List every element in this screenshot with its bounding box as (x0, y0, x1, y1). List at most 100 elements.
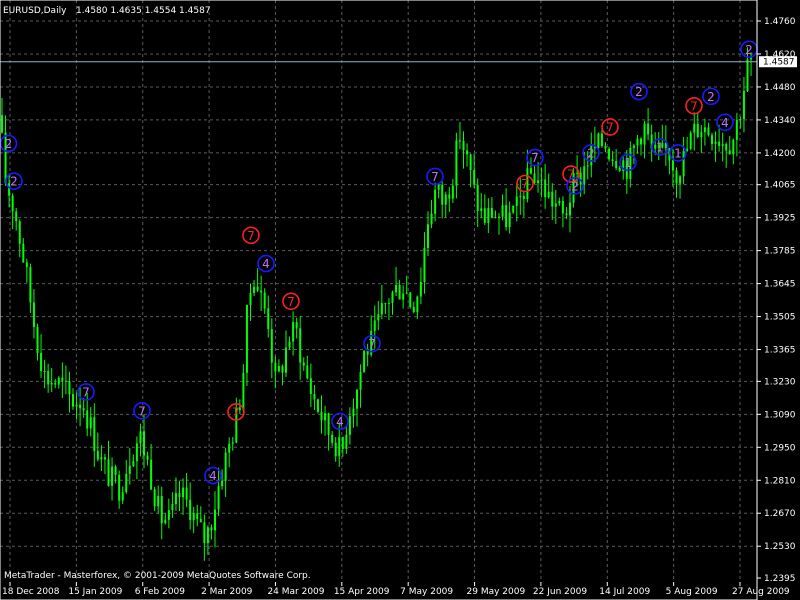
candle-body (182, 487, 185, 498)
candle-body (316, 399, 319, 412)
candle-body (29, 267, 32, 303)
candle-body (487, 208, 490, 223)
candle-body (735, 119, 738, 140)
wave-marker-label: 7 (287, 295, 295, 309)
candle-body (79, 404, 82, 409)
candle-body (618, 167, 621, 171)
candle-body (441, 184, 444, 205)
ohlc-label: 1.4580 1.4635 1.4554 1.4587 (76, 6, 211, 16)
candle-body (348, 416, 351, 435)
wave-marker-label: 2 (571, 179, 579, 193)
candle-body (519, 196, 522, 198)
wave-marker-label: 7 (606, 120, 614, 134)
candle-body (682, 151, 685, 177)
candle-body (494, 216, 497, 218)
candle-body (1, 115, 3, 133)
candle-body (327, 413, 330, 435)
candle-body (615, 160, 618, 168)
wave-marker-label: 7 (82, 385, 90, 399)
x-tick-label: 15 Apr 2009 (334, 587, 390, 597)
candle-body (700, 132, 703, 138)
candle-body (583, 166, 586, 185)
candle-body (292, 321, 295, 342)
candle-body (203, 522, 206, 544)
x-tick-label: 15 Jan 2009 (68, 587, 122, 597)
candle-body (515, 196, 518, 207)
candle-body (135, 443, 138, 462)
candle-body (245, 304, 248, 373)
candle-body (402, 293, 405, 300)
y-tick-label: 1.3645 (764, 280, 796, 290)
wave-marker-label: 2 (5, 137, 13, 151)
candle-body (586, 165, 589, 167)
candle-body (75, 404, 78, 407)
y-tick-label: 1.3365 (764, 346, 796, 356)
candle-body (341, 436, 344, 449)
candle-body (611, 159, 614, 161)
candle-body (430, 213, 433, 225)
y-tick-label: 1.2530 (764, 542, 796, 552)
candle-body (522, 196, 525, 200)
candle-body (309, 378, 312, 395)
candle-body (576, 172, 579, 174)
candle-body (189, 499, 192, 520)
candle-body (498, 216, 500, 218)
candle-body (554, 203, 557, 207)
candle-body (547, 191, 550, 198)
candle-body (18, 221, 21, 244)
wave-marker-label: 2 (635, 85, 643, 99)
wave-marker-label: 2 (10, 175, 18, 189)
candle-body (714, 141, 717, 144)
candle-body (249, 292, 252, 305)
candle-body (331, 434, 334, 443)
symbol-label: EURUSD,Daily (3, 6, 67, 16)
candle-body (118, 474, 121, 501)
candle-body (72, 394, 74, 407)
candle-body (551, 191, 554, 207)
candle-body (320, 411, 323, 421)
candle-body (260, 290, 263, 293)
wave-marker-label: 7 (531, 151, 539, 165)
y-tick-label: 1.2670 (764, 509, 796, 519)
copyright-text: MetaTrader - Masterforex, © 2001-2009 Me… (4, 571, 311, 581)
candle-body (395, 285, 398, 293)
candle-body (114, 466, 117, 475)
x-tick-label: 18 Dec 2008 (2, 587, 60, 597)
candle-body (728, 150, 731, 155)
candle-body (380, 303, 383, 315)
candle-body (11, 195, 14, 212)
candle-body (242, 372, 245, 411)
candle-body (139, 431, 142, 444)
candle-body (398, 285, 401, 300)
price-chart[interactable]: 227747747477777227121 17242 1.47601.46201… (0, 0, 800, 600)
wave-marker-label: 7 (232, 405, 240, 419)
candle-body (600, 133, 603, 147)
candle-body (93, 417, 96, 451)
y-tick-label: 1.3925 (764, 214, 796, 224)
candle-body (221, 480, 224, 487)
candle-body (356, 389, 358, 409)
x-tick-label: 24 Mar 2009 (267, 587, 324, 597)
candle-body (469, 154, 472, 171)
wave-marker-label: 2 (745, 43, 753, 57)
wave-marker-label: 4 (336, 415, 344, 429)
candle-body (544, 179, 547, 198)
candle-body (384, 303, 387, 305)
candle-body (693, 123, 696, 133)
wave-marker-label: 7 (690, 99, 698, 113)
candle-body (256, 286, 259, 291)
candle-body (490, 208, 493, 218)
candle-body (22, 243, 25, 263)
candle-body (444, 194, 447, 205)
candle-body (718, 141, 721, 146)
wave-marker-label: 7 (247, 229, 255, 243)
candle-body (199, 518, 202, 523)
candle-body (150, 459, 153, 490)
candle-body (40, 353, 43, 372)
x-tick-label: 14 Jul 2009 (599, 587, 650, 597)
candle-body (473, 170, 476, 185)
candle-body (132, 461, 135, 466)
candle-body (732, 139, 735, 155)
wave-marker-label: 1 (674, 146, 682, 160)
wave-marker-label: 7 (431, 170, 439, 184)
